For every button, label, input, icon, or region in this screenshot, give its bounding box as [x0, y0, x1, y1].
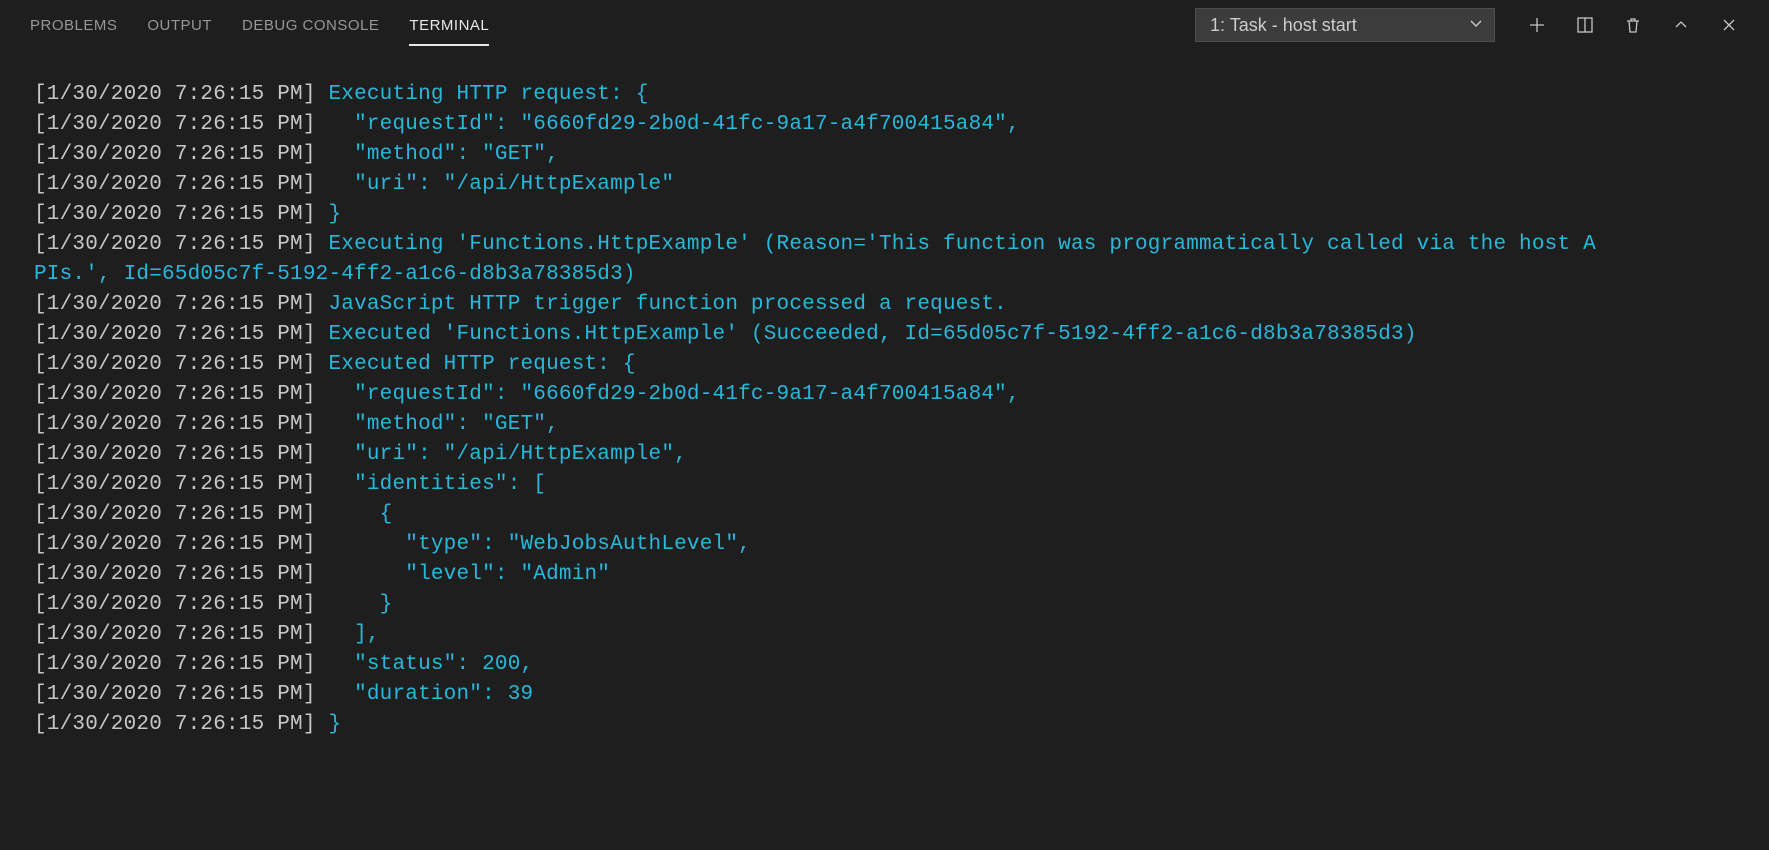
split-terminal-button[interactable]: [1565, 8, 1605, 42]
log-line: [1/30/2020 7:26:15 PM] "method": "GET",: [34, 410, 1769, 440]
log-line: [1/30/2020 7:26:15 PM] "requestId": "666…: [34, 110, 1769, 140]
log-line: [1/30/2020 7:26:15 PM] {: [34, 500, 1769, 530]
plus-icon: [1527, 15, 1547, 35]
panel-header: PROBLEMS OUTPUT DEBUG CONSOLE TERMINAL 1…: [0, 0, 1769, 50]
chevron-down-icon: [1468, 15, 1484, 36]
new-terminal-button[interactable]: [1517, 8, 1557, 42]
log-line: [1/30/2020 7:26:15 PM] Executed 'Functio…: [34, 320, 1769, 350]
log-line: [1/30/2020 7:26:15 PM] }: [34, 710, 1769, 740]
log-line: [1/30/2020 7:26:15 PM] "identities": [: [34, 470, 1769, 500]
log-line: [1/30/2020 7:26:15 PM] "method": "GET",: [34, 140, 1769, 170]
close-icon: [1719, 15, 1739, 35]
log-line: [1/30/2020 7:26:15 PM] "duration": 39: [34, 680, 1769, 710]
chevron-up-icon: [1671, 15, 1691, 35]
terminal-selector-label: 1: Task - host start: [1210, 15, 1357, 36]
tab-debug-console[interactable]: DEBUG CONSOLE: [242, 5, 379, 46]
log-line: [1/30/2020 7:26:15 PM] "uri": "/api/Http…: [34, 440, 1769, 470]
panel-tabs: PROBLEMS OUTPUT DEBUG CONSOLE TERMINAL: [30, 5, 489, 46]
log-line: [1/30/2020 7:26:15 PM] ],: [34, 620, 1769, 650]
kill-terminal-button[interactable]: [1613, 8, 1653, 42]
terminal-output[interactable]: [1/30/2020 7:26:15 PM] Executing HTTP re…: [0, 50, 1769, 740]
log-line: [1/30/2020 7:26:15 PM] }: [34, 590, 1769, 620]
log-line: [1/30/2020 7:26:15 PM] Executing HTTP re…: [34, 80, 1769, 110]
log-line: [1/30/2020 7:26:15 PM] "uri": "/api/Http…: [34, 170, 1769, 200]
log-line: [1/30/2020 7:26:15 PM] "type": "WebJobsA…: [34, 530, 1769, 560]
log-line: [1/30/2020 7:26:15 PM] }: [34, 200, 1769, 230]
log-line: [1/30/2020 7:26:15 PM] JavaScript HTTP t…: [34, 290, 1769, 320]
log-line: [1/30/2020 7:26:15 PM] Executed HTTP req…: [34, 350, 1769, 380]
log-line: [1/30/2020 7:26:15 PM] Executing 'Functi…: [34, 230, 1769, 260]
tab-terminal[interactable]: TERMINAL: [409, 5, 489, 46]
tab-output[interactable]: OUTPUT: [147, 5, 212, 46]
log-line: [1/30/2020 7:26:15 PM] "level": "Admin": [34, 560, 1769, 590]
tab-problems[interactable]: PROBLEMS: [30, 5, 117, 46]
log-line: [1/30/2020 7:26:15 PM] "requestId": "666…: [34, 380, 1769, 410]
log-line: PIs.', Id=65d05c7f-5192-4ff2-a1c6-d8b3a7…: [34, 260, 1769, 290]
trash-icon: [1623, 15, 1643, 35]
close-panel-button[interactable]: [1709, 8, 1749, 42]
split-icon: [1575, 15, 1595, 35]
maximize-panel-button[interactable]: [1661, 8, 1701, 42]
log-line: [1/30/2020 7:26:15 PM] "status": 200,: [34, 650, 1769, 680]
terminal-selector[interactable]: 1: Task - host start: [1195, 8, 1495, 42]
